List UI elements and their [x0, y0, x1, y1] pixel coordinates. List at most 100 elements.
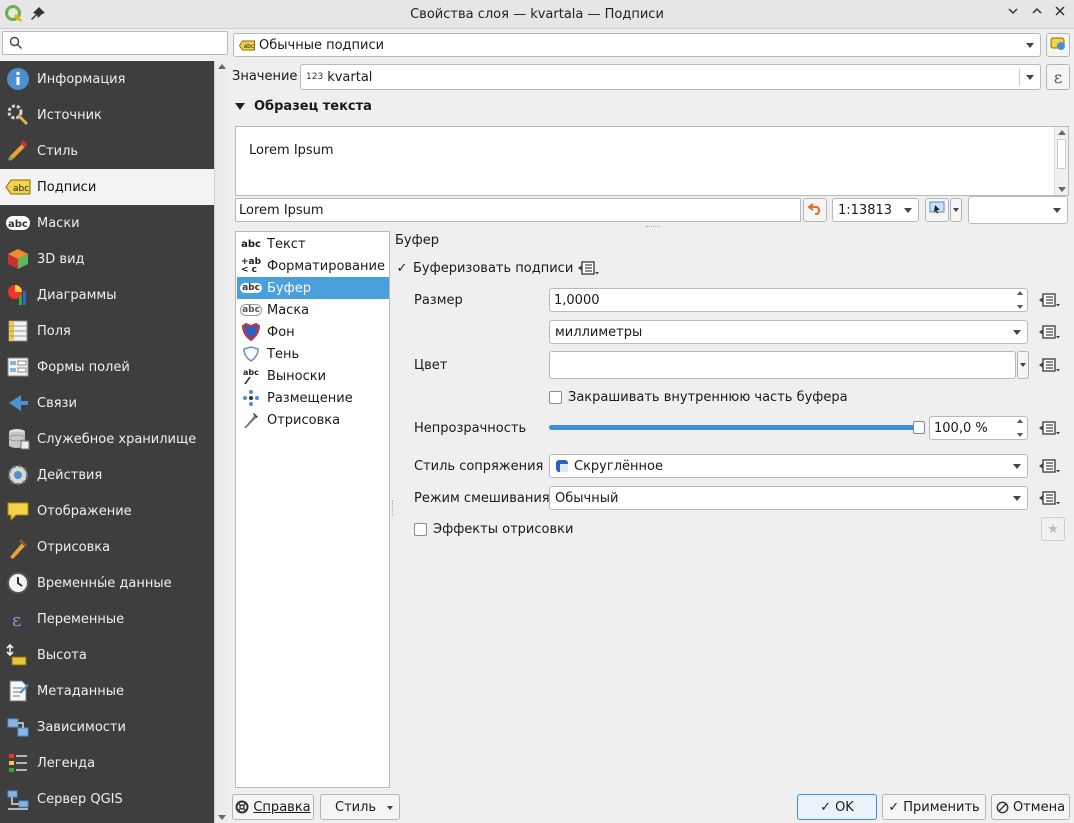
blend-mode-select[interactable]: Обычный — [549, 486, 1028, 510]
tab-rendering[interactable]: Отрисовка — [237, 409, 389, 431]
sidebar-item-fields[interactable]: Поля — [0, 313, 214, 349]
draw-buffer-checkbox[interactable]: ✓ Буферизовать подписи — [396, 261, 574, 276]
callouts-icon: abc — [240, 367, 262, 385]
chevron-down-icon — [1020, 363, 1026, 367]
close-window-button[interactable] — [1050, 4, 1070, 24]
data-defined-join-icon[interactable] — [1038, 455, 1062, 477]
tab-label: Буфер — [267, 280, 311, 296]
size-unit-select[interactable]: миллиметры — [549, 320, 1028, 344]
sidebar-item-dependencies[interactable]: Зависимости — [0, 709, 214, 745]
spinbox-arrows-icon[interactable] — [1015, 419, 1025, 437]
expression-button[interactable]: ε — [1046, 64, 1070, 90]
tab-text[interactable]: abc Текст — [237, 233, 389, 255]
color-dropdown[interactable] — [1017, 351, 1029, 379]
sample-preview: Lorem Ipsum — [235, 126, 1069, 196]
sidebar-item-qgis-server[interactable]: Сервер QGIS — [0, 781, 214, 817]
minimize-window-button[interactable] — [1003, 4, 1023, 24]
tab-label: Тень — [267, 346, 300, 362]
opacity-spinbox[interactable]: 100,0 % — [929, 416, 1028, 440]
sidebar-item-label: Высота — [37, 647, 87, 663]
sidebar-item-rendering[interactable]: Отрисовка — [0, 529, 214, 565]
sidebar-item-label: Зависимости — [37, 719, 126, 735]
label-rules-button[interactable] — [1046, 33, 1070, 57]
sidebar-item-label: Служебное хранилище — [37, 431, 197, 447]
sidebar-item-style[interactable]: Стиль — [0, 133, 214, 169]
label-mode-select[interactable]: abc Обычные подписи — [233, 33, 1041, 57]
label-settings-tabs: abc Текст +ab < c Форматирование abc Буфе… — [235, 231, 390, 788]
tab-mask[interactable]: abc Маска — [237, 299, 389, 321]
tab-callouts[interactable]: abc Выноски — [237, 365, 389, 387]
fill-interior-checkbox[interactable]: Закрашивать внутреннюю часть буфера — [549, 390, 848, 405]
tab-shadow[interactable]: Тень — [237, 343, 389, 365]
legend-icon — [5, 750, 31, 776]
buffer-icon: abc — [240, 283, 262, 293]
sidebar-item-label: Маски — [37, 215, 80, 231]
sidebar-item-source[interactable]: Источник — [0, 97, 214, 133]
color-label: Цвет — [414, 358, 448, 373]
source-icon — [5, 102, 31, 128]
pick-scale-button[interactable] — [925, 198, 949, 222]
undo-icon — [807, 201, 822, 219]
preview-scrollbar[interactable] — [1054, 127, 1068, 195]
reset-sample-button[interactable] — [803, 198, 827, 222]
qgis-server-icon — [5, 786, 31, 812]
data-defined-unit-icon[interactable] — [1038, 321, 1062, 343]
sidebar-item-label: Подписи — [37, 179, 97, 195]
sidebar-item-variables[interactable]: ε Переменные — [0, 601, 214, 637]
splitter-handle[interactable] — [646, 226, 660, 229]
checkbox-box — [414, 523, 427, 536]
data-defined-blend-icon[interactable] — [1038, 487, 1062, 509]
tab-placement[interactable]: Размещение — [237, 387, 389, 409]
ok-button[interactable]: ✓ OK — [797, 794, 877, 820]
size-spinbox[interactable]: 1,0000 — [549, 288, 1028, 312]
sidebar: Информация Источник Стиль abc Подписи ab… — [0, 61, 214, 823]
sidebar-item-3d-view[interactable]: 3D вид — [0, 241, 214, 277]
data-defined-opacity-icon[interactable] — [1038, 417, 1062, 439]
style-menu-button[interactable]: Стиль — [320, 794, 400, 820]
labels-icon: abc — [5, 174, 31, 200]
cancel-button[interactable]: Отмена — [991, 794, 1070, 820]
ok-button-label: OK — [835, 799, 854, 815]
color-button[interactable] — [549, 351, 1016, 379]
sidebar-item-metadata[interactable]: Метаданные — [0, 673, 214, 709]
sidebar-item-masks[interactable]: abc Маски — [0, 205, 214, 241]
tabs-splitter-handle[interactable] — [392, 500, 394, 516]
sidebar-item-display[interactable]: Отображение — [0, 493, 214, 529]
spinbox-arrows-icon[interactable] — [1015, 291, 1025, 309]
tab-background[interactable]: Фон — [237, 321, 389, 343]
size-label: Размер — [414, 293, 463, 308]
value-field-select[interactable]: 123 kvartal — [300, 64, 1041, 90]
sample-text-input[interactable]: Lorem Ipsum — [235, 198, 801, 222]
pick-scale-dropdown[interactable] — [950, 198, 962, 222]
opacity-slider[interactable] — [549, 420, 925, 436]
help-lifebuoy-icon — [235, 800, 249, 814]
data-defined-color-icon[interactable] — [1038, 354, 1062, 376]
help-button[interactable]: Справка — [232, 794, 314, 820]
data-defined-buffer-icon[interactable] — [577, 257, 601, 279]
sidebar-item-legend[interactable]: Легенда — [0, 745, 214, 781]
sidebar-item-auxiliary-storage[interactable]: Служебное хранилище — [0, 421, 214, 457]
join-style-select[interactable]: Скруглённое — [549, 454, 1028, 478]
collapse-arrow-icon[interactable] — [235, 103, 245, 110]
sidebar-search-input[interactable] — [2, 31, 228, 55]
sidebar-item-joins[interactable]: Связи — [0, 385, 214, 421]
draw-effects-checkbox[interactable]: Эффекты отрисовки — [414, 522, 573, 537]
sidebar-item-information[interactable]: Информация — [0, 61, 214, 97]
maximize-window-button[interactable] — [1027, 4, 1047, 24]
slider-handle[interactable] — [913, 421, 925, 434]
tab-buffer[interactable]: abc Буфер — [237, 277, 389, 299]
apply-button[interactable]: ✓ Применить — [882, 794, 986, 820]
tab-formatting[interactable]: +ab < c Форматирование — [237, 255, 389, 277]
label-mode-value: Обычные подписи — [259, 37, 385, 53]
data-defined-size-icon[interactable] — [1038, 289, 1062, 311]
sidebar-item-temporal[interactable]: Временны́е данные — [0, 565, 214, 601]
sidebar-item-field-forms[interactable]: Формы полей — [0, 349, 214, 385]
sidebar-item-actions[interactable]: Действия — [0, 457, 214, 493]
sidebar-item-labels[interactable]: abc Подписи — [0, 169, 214, 205]
sidebar-item-elevation[interactable]: Высота — [0, 637, 214, 673]
effects-settings-button[interactable]: ★ — [1041, 517, 1065, 541]
scale-combobox[interactable]: 1:13813 — [832, 198, 919, 222]
background-color-combo[interactable] — [968, 196, 1068, 224]
sidebar-item-diagrams[interactable]: Диаграммы — [0, 277, 214, 313]
sidebar-scrollbar[interactable] — [214, 61, 228, 823]
